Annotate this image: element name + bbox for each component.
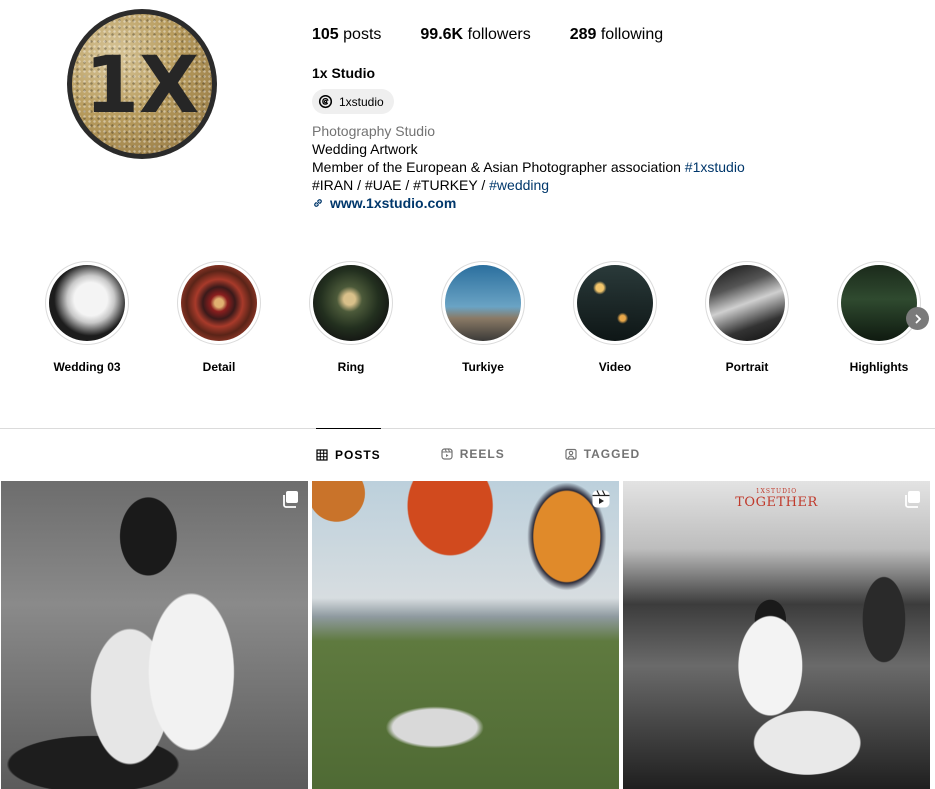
posts-label: posts (343, 26, 382, 43)
website-link[interactable]: www.1xstudio.com (312, 194, 745, 212)
followers-stat[interactable]: 99.6K followers (420, 26, 530, 44)
tab-tagged[interactable]: TAGGED (565, 428, 640, 480)
highlight-label: Ring (337, 360, 365, 374)
post-tile[interactable] (312, 481, 619, 789)
hashtag-link[interactable]: #1xstudio (685, 159, 745, 175)
highlight-label: Portrait (725, 360, 769, 374)
profile-category: Photography Studio (312, 123, 435, 139)
posts-grid: 1XSTUDIO TOGETHER (1, 481, 930, 789)
tab-reels[interactable]: REELS (441, 428, 505, 480)
carousel-icon (905, 491, 920, 508)
posts-count: 105 (312, 26, 339, 43)
highlight-detail[interactable]: Detail (177, 261, 261, 374)
tab-label: POSTS (335, 447, 381, 462)
story-highlights: Wedding 03 Detail Ring Turkiye Video Por… (45, 261, 935, 381)
bio-line: Member of the European & Asian Photograp… (312, 158, 745, 176)
followers-label: followers (467, 26, 531, 43)
following-stat[interactable]: 289 following (570, 26, 663, 44)
profile-stats: 105 posts 99.6K followers 289 following (312, 26, 663, 44)
highlight-cover (709, 265, 785, 341)
carousel-icon (283, 491, 298, 508)
highlight-ring[interactable]: Ring (309, 261, 393, 374)
overlay-small-text: 1XSTUDIO (755, 488, 798, 495)
highlight-wedding-03[interactable]: Wedding 03 (45, 261, 129, 374)
tab-label: TAGGED (583, 447, 641, 461)
highlight-cover (445, 265, 521, 341)
threads-icon (318, 94, 333, 109)
highlight-turkiye[interactable]: Turkiye (441, 261, 525, 374)
following-count: 289 (569, 26, 597, 43)
highlight-cover (49, 265, 125, 341)
tab-label: REELS (459, 447, 505, 461)
followers-count: 99.6K (420, 26, 464, 43)
chevron-right-icon (915, 314, 921, 323)
bio-text: #IRAN / #UAE / #TURKEY / (312, 177, 490, 193)
tagged-icon (565, 448, 577, 460)
following-label: following (600, 26, 664, 43)
link-icon (314, 199, 322, 207)
tab-posts[interactable]: POSTS (316, 428, 381, 480)
highlight-label: Turkiye (462, 360, 504, 374)
grid-icon (316, 448, 328, 461)
bio-text: Member of the European & Asian Photograp… (312, 159, 685, 175)
highlight-cover (577, 265, 653, 341)
highlight-cover (181, 265, 257, 341)
highlight-video[interactable]: Video (573, 261, 657, 374)
website-url: www.1xstudio.com (330, 195, 457, 211)
bio-line: #IRAN / #UAE / #TURKEY / #wedding (312, 176, 745, 194)
studio-logo: 1X (72, 14, 212, 154)
profile-avatar[interactable]: 1X (67, 9, 217, 159)
highlight-label: Detail (202, 360, 236, 374)
threads-link[interactable]: 1xstudio (312, 89, 394, 114)
overlay-title: TOGETHER (735, 495, 818, 510)
bio-line: Wedding Artwork (312, 141, 418, 157)
posts-stat: 105 posts (312, 26, 381, 44)
profile-name: 1x Studio (312, 65, 376, 81)
logo-text: 1X (85, 41, 199, 131)
highlight-cover (841, 265, 917, 341)
highlight-label: Wedding 03 (53, 360, 121, 374)
post-tile[interactable]: 1XSTUDIO TOGETHER (623, 481, 930, 789)
highlights-next-button[interactable] (906, 307, 929, 330)
highlight-portrait[interactable]: Portrait (705, 261, 789, 374)
post-overlay-text: 1XSTUDIO TOGETHER (623, 488, 930, 510)
profile-bio: Photography Studio Wedding Artwork Membe… (312, 122, 745, 212)
highlight-label: Highlights (849, 360, 909, 374)
threads-handle: 1xstudio (339, 94, 384, 109)
highlight-cover (313, 265, 389, 341)
reel-icon (592, 490, 610, 508)
hashtag-link[interactable]: #wedding (489, 177, 549, 193)
reels-icon (441, 448, 453, 460)
profile-tabs: POSTS REELS TAGGED (316, 428, 640, 480)
post-tile[interactable] (1, 481, 308, 789)
highlight-label: Video (598, 360, 632, 374)
